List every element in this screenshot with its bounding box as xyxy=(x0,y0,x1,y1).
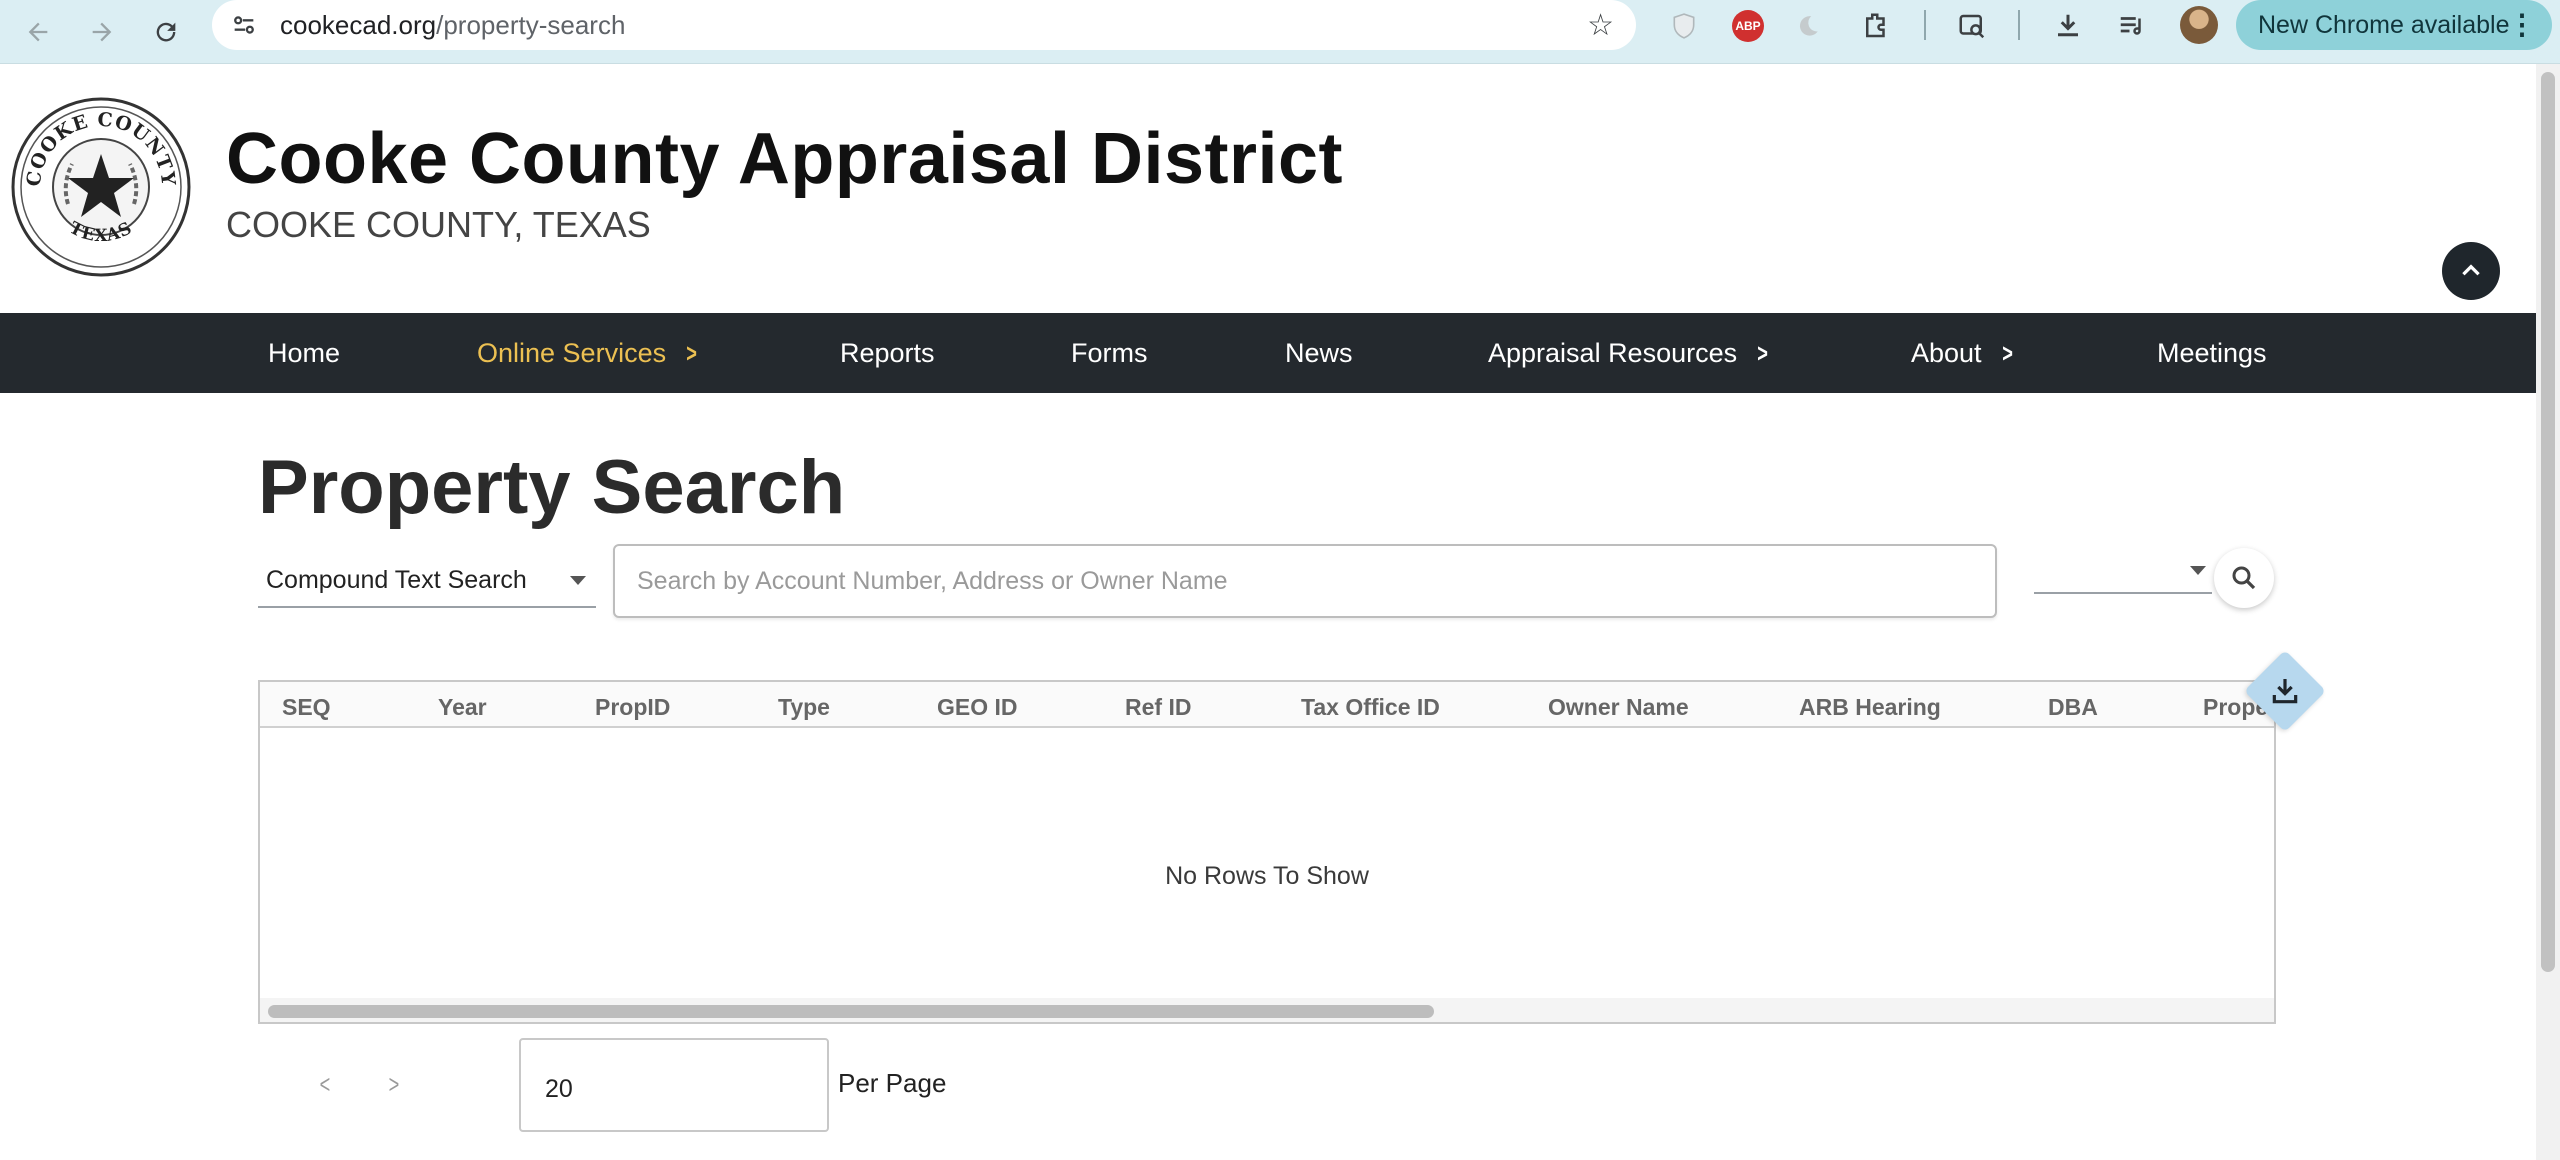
chevron-right-icon: > xyxy=(686,337,698,368)
search-tab-icon[interactable] xyxy=(1952,6,1992,46)
reload-icon[interactable] xyxy=(140,6,192,58)
toolbar-divider xyxy=(1924,10,1926,40)
column-header-seq[interactable]: SEQ xyxy=(282,694,331,721)
year-select[interactable] xyxy=(2034,552,2212,594)
grid-header: SEQ Year PropID Type GEO ID Ref ID Tax O… xyxy=(260,682,2274,728)
privacy-shield-icon[interactable] xyxy=(1664,6,1704,46)
results-grid: SEQ Year PropID Type GEO ID Ref ID Tax O… xyxy=(258,680,2276,1024)
column-header-propid[interactable]: PropID xyxy=(595,694,670,721)
column-header-arb-hearing[interactable]: ARB Hearing xyxy=(1799,694,1941,721)
next-page-button[interactable]: > xyxy=(381,1066,406,1102)
nav-home[interactable]: Home xyxy=(268,313,340,393)
horizontal-scrollbar[interactable] xyxy=(260,998,2274,1022)
search-button[interactable] xyxy=(2214,548,2274,608)
chevron-right-icon: > xyxy=(1757,337,1769,368)
column-header-geo-id[interactable]: GEO ID xyxy=(937,694,1018,721)
nav-news[interactable]: News xyxy=(1285,313,1353,393)
url-path: /property-search xyxy=(436,10,626,40)
bookmark-star-icon[interactable]: ☆ xyxy=(1587,8,1614,43)
search-type-select[interactable]: Compound Text Search xyxy=(258,556,596,608)
search-input[interactable] xyxy=(613,544,1997,618)
prev-page-button[interactable]: < xyxy=(312,1066,337,1102)
caret-down-icon xyxy=(570,576,586,585)
chevron-right-icon: > xyxy=(2001,337,2013,368)
update-chrome-button[interactable]: New Chrome available ⋮ xyxy=(2236,0,2552,50)
url-host: cookecad.org xyxy=(280,10,437,40)
address-bar[interactable]: cookecad.org/property-search ☆ xyxy=(212,0,1636,50)
export-button[interactable] xyxy=(2243,649,2327,733)
nav-meetings[interactable]: Meetings xyxy=(2157,313,2267,393)
nav-forms[interactable]: Forms xyxy=(1071,313,1148,393)
browser-toolbar: cookecad.org/property-search ☆ ABP New C… xyxy=(0,0,2560,64)
site-info-icon[interactable] xyxy=(230,11,258,39)
column-header-type[interactable]: Type xyxy=(778,694,830,721)
column-header-tax-office-id[interactable]: Tax Office ID xyxy=(1301,694,1440,721)
caret-down-icon xyxy=(2190,566,2206,575)
column-header-owner-name[interactable]: Owner Name xyxy=(1548,694,1689,721)
url-text[interactable]: cookecad.org/property-search xyxy=(280,10,625,41)
browser-menu-icon[interactable]: ⋮ xyxy=(2508,8,2536,41)
main-nav: Home Online Services > Reports Forms News… xyxy=(0,313,2536,393)
page-title: Property Search xyxy=(258,445,846,530)
per-page-label: Per Page xyxy=(838,1068,947,1098)
site-title: Cooke County Appraisal District xyxy=(226,119,1344,199)
profile-avatar[interactable] xyxy=(2180,6,2218,44)
empty-message: No Rows To Show xyxy=(1165,862,1369,890)
nav-appraisal-resources[interactable]: Appraisal Resources > xyxy=(1488,313,1770,393)
scroll-to-top-button[interactable] xyxy=(2442,242,2500,300)
site-subtitle: COOKE COUNTY, TEXAS xyxy=(226,204,651,245)
search-icon xyxy=(2232,566,2256,590)
column-header-dba[interactable]: DBA xyxy=(2048,694,2098,721)
nav-online-services[interactable]: Online Services > xyxy=(477,313,699,393)
search-type-value: Compound Text Search xyxy=(266,566,527,594)
update-label: New Chrome available xyxy=(2258,10,2510,39)
extensions-icon[interactable] xyxy=(1856,6,1896,46)
page-scrollbar[interactable] xyxy=(2536,64,2560,1160)
forward-icon[interactable] xyxy=(76,6,128,58)
column-header-ref-id[interactable]: Ref ID xyxy=(1125,694,1191,721)
adblock-icon[interactable]: ABP xyxy=(1728,6,1768,46)
column-header-year[interactable]: Year xyxy=(438,694,487,721)
download-icon[interactable] xyxy=(2048,6,2088,46)
download-icon xyxy=(2272,679,2298,704)
nav-reports[interactable]: Reports xyxy=(840,313,935,393)
nav-about[interactable]: About > xyxy=(1911,313,2015,393)
horizontal-scroll-thumb[interactable] xyxy=(268,1005,1434,1018)
per-page-input[interactable] xyxy=(519,1038,829,1132)
reading-list-icon[interactable] xyxy=(2112,6,2152,46)
page-scroll-thumb[interactable] xyxy=(2541,72,2555,972)
toolbar-divider xyxy=(2018,10,2020,40)
county-seal-logo: COOKE COUNTY TEXAS xyxy=(11,97,191,277)
moon-icon[interactable] xyxy=(1788,6,1828,46)
chevron-up-icon xyxy=(2462,264,2480,276)
back-icon[interactable] xyxy=(12,6,64,58)
